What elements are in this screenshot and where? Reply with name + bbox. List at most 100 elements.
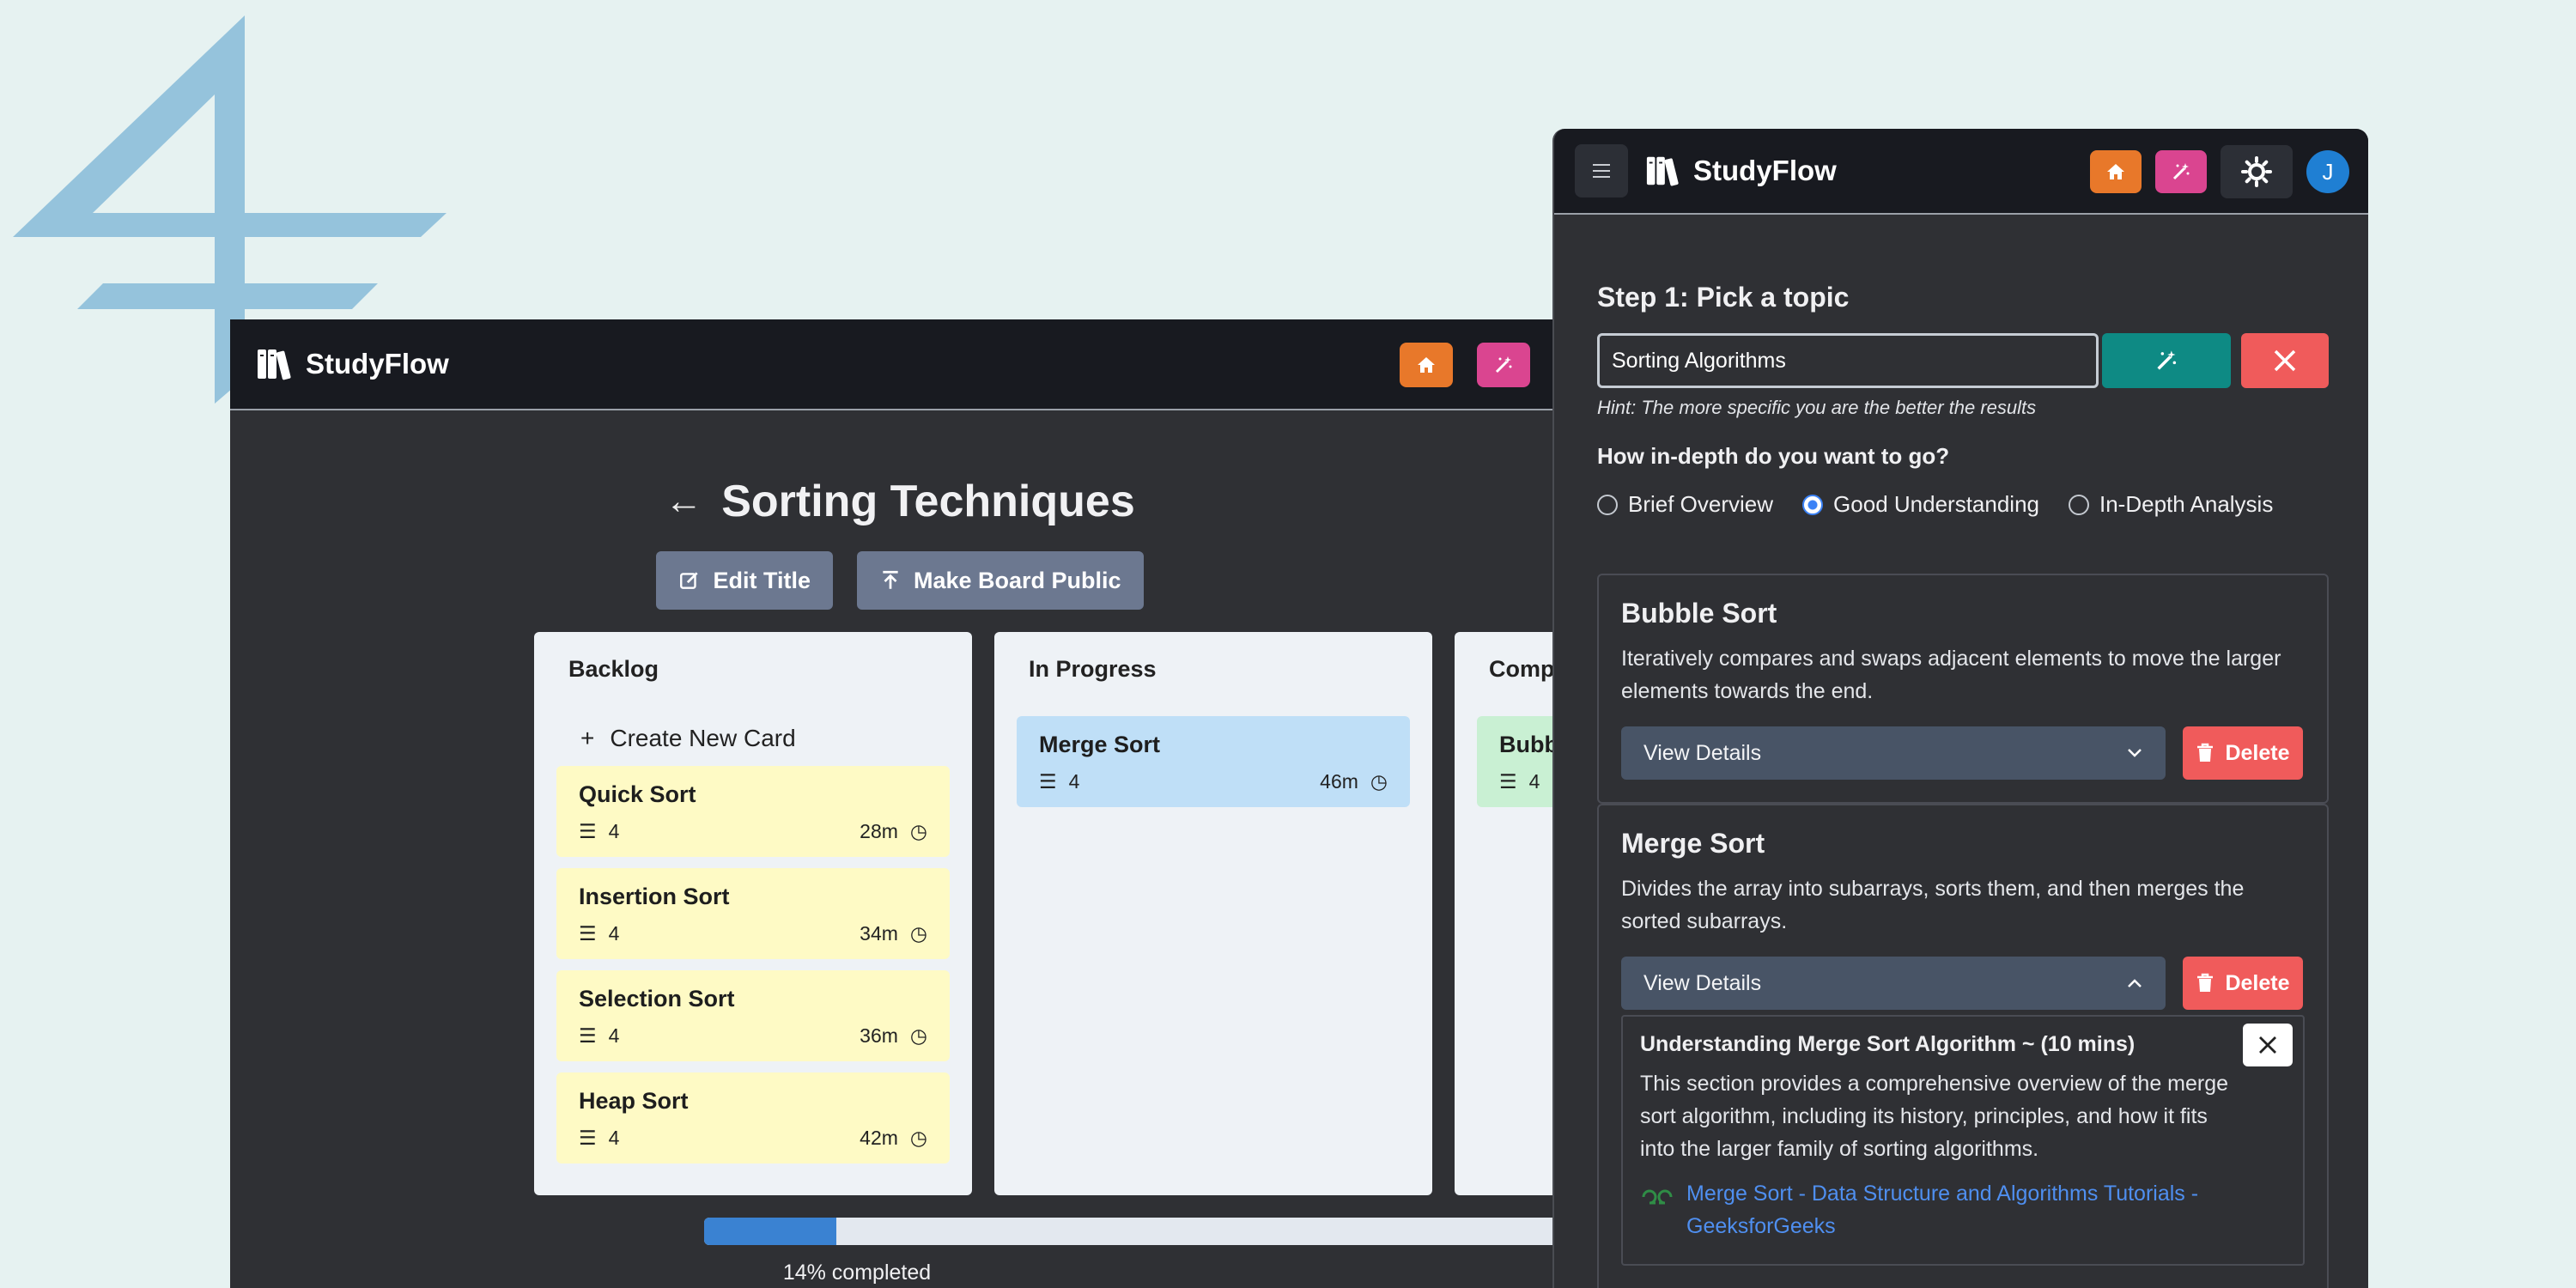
hint-text: Hint: The more specific you are the bett…	[1597, 397, 2037, 418]
plus-icon: +	[580, 725, 595, 751]
card-time: 42m	[860, 1127, 898, 1149]
list-icon: ☰	[1499, 770, 1517, 793]
chevron-down-icon	[2128, 749, 2142, 757]
card-count: 4	[608, 922, 620, 945]
radio-button[interactable]	[1802, 494, 1824, 515]
clock-icon: ◷	[909, 820, 927, 842]
radio-button[interactable]	[1597, 494, 1618, 515]
clock-icon: ◷	[909, 922, 927, 945]
card-selection-sort[interactable]: Selection Sort ☰ 4 36m ◷	[556, 970, 950, 1061]
card-title: Quick Sort	[579, 781, 696, 807]
board-navbar: StudyFlow	[230, 319, 1570, 410]
board-title-row: ← Sorting Techniques	[230, 476, 1570, 527]
topic-detail-section: Understanding Merge Sort Algorithm ~ (10…	[1621, 1015, 2305, 1266]
brand[interactable]: StudyFlow	[1645, 154, 1837, 188]
clock-icon: ◷	[909, 1024, 927, 1047]
topic-description: Iteratively compares and swaps adjacent …	[1621, 647, 2281, 703]
hamburger-icon	[1593, 164, 1610, 178]
list-icon: ☰	[1039, 770, 1057, 793]
card-time: 34m	[860, 922, 898, 945]
topic-input[interactable]	[1597, 333, 2099, 388]
books-icon	[1646, 156, 1679, 186]
column-title: Backlog	[568, 656, 659, 682]
books-icon	[258, 349, 291, 380]
card-time: 28m	[860, 820, 898, 842]
create-new-card-label: Create New Card	[610, 725, 796, 751]
board-title: Sorting Techniques	[721, 477, 1135, 526]
step-title: Step 1: Pick a topic	[1597, 282, 1850, 313]
resource-link[interactable]: Merge Sort - Data Structure and Algorith…	[1686, 1177, 2236, 1242]
card-merge-sort[interactable]: Merge Sort ☰ 4 46m ◷	[1017, 716, 1410, 807]
back-arrow-icon[interactable]: ←	[665, 480, 702, 523]
home-button[interactable]	[1400, 343, 1453, 387]
list-icon: ☰	[579, 922, 597, 945]
magic-wand-icon	[2172, 163, 2190, 180]
view-details-label: View Details	[1643, 970, 1762, 995]
topic-card-merge-sort: Merge Sort Divides the array into subarr…	[1597, 804, 2329, 1288]
magic-wand-button[interactable]	[2155, 150, 2207, 193]
topic-generator-panel: StudyFlow J Step 1: Pick a topic Sorting…	[1552, 129, 2368, 1288]
geeksforgeeks-icon	[1642, 1189, 1673, 1205]
radio-good-understanding[interactable]: Good Understanding	[1802, 491, 2039, 518]
trash-icon	[2197, 973, 2214, 992]
card-title: Insertion Sort	[579, 884, 730, 909]
radio-label: In-Depth Analysis	[2099, 491, 2274, 517]
list-icon: ☰	[579, 1024, 597, 1047]
view-details-dropdown[interactable]: View Details	[1621, 726, 2166, 780]
radio-brief-overview[interactable]: Brief Overview	[1597, 491, 1773, 518]
edit-title-button[interactable]: Edit Title	[656, 551, 833, 610]
card-insertion-sort[interactable]: Insertion Sort ☰ 4 34m ◷	[556, 868, 950, 959]
make-board-public-button[interactable]: Make Board Public	[856, 551, 1144, 610]
card-count: 4	[608, 820, 620, 842]
delete-button[interactable]: Delete	[2183, 957, 2303, 1010]
theme-toggle-button[interactable]	[2221, 145, 2293, 198]
card-heap-sort[interactable]: Heap Sort ☰ 4 42m ◷	[556, 1072, 950, 1163]
depth-radio-group: Brief Overview Good Understanding In-Dep…	[1597, 491, 2273, 518]
column-title: Comp	[1489, 656, 1555, 682]
card-count: 4	[608, 1127, 620, 1149]
view-details-dropdown[interactable]: View Details	[1621, 957, 2166, 1010]
radio-in-depth-analysis[interactable]: In-Depth Analysis	[2069, 491, 2273, 518]
radio-button[interactable]	[2069, 494, 2089, 515]
sun-icon	[2241, 156, 2272, 187]
progress-bar	[704, 1218, 1570, 1245]
brand-name: StudyFlow	[306, 348, 449, 380]
card-title: Heap Sort	[579, 1088, 689, 1114]
generate-button[interactable]	[2102, 333, 2231, 388]
close-detail-button[interactable]	[2243, 1024, 2293, 1066]
trash-icon	[2197, 743, 2214, 762]
magic-wand-icon	[1495, 356, 1512, 374]
topic-description: Divides the array into subarrays, sorts …	[1621, 877, 2245, 933]
board-window: StudyFlow ← Sorting Techniques Edit Titl…	[230, 319, 1570, 1288]
home-button[interactable]	[2090, 150, 2142, 193]
clock-icon: ◷	[909, 1127, 927, 1149]
home-icon	[1418, 357, 1435, 373]
card-count: 4	[1528, 770, 1540, 793]
close-icon	[2274, 349, 2296, 372]
column-title: In Progress	[1029, 656, 1157, 682]
list-icon: ☰	[579, 820, 597, 842]
radio-label: Brief Overview	[1628, 491, 1774, 517]
delete-label: Delete	[2225, 970, 2290, 995]
create-new-card-button[interactable]: + Create New Card	[580, 725, 796, 752]
edit-title-label: Edit Title	[713, 567, 811, 593]
brand[interactable]: StudyFlow	[256, 346, 449, 382]
make-board-public-label: Make Board Public	[913, 567, 1121, 593]
card-count: 4	[608, 1024, 620, 1047]
avatar[interactable]: J	[2306, 150, 2349, 193]
radio-label: Good Understanding	[1833, 491, 2039, 517]
clock-icon: ◷	[1370, 770, 1388, 793]
card-count: 4	[1068, 770, 1080, 793]
detail-title: Understanding Merge Sort Algorithm ~ (10…	[1640, 1032, 2136, 1056]
topic-title: Merge Sort	[1621, 828, 1765, 859]
delete-button[interactable]: Delete	[2183, 726, 2303, 780]
column-in-progress: In Progress Merge Sort ☰ 4 46m ◷	[994, 632, 1432, 1195]
brand-name: StudyFlow	[1693, 155, 1837, 186]
view-details-label: View Details	[1643, 740, 1762, 765]
card-quick-sort[interactable]: Quick Sort ☰ 4 28m ◷	[556, 766, 950, 857]
card-title: Merge Sort	[1039, 732, 1161, 757]
clear-topic-button[interactable]	[2241, 333, 2329, 388]
magic-wand-button[interactable]	[1477, 343, 1530, 387]
menu-button[interactable]	[1575, 144, 1628, 197]
card-time: 46m	[1320, 770, 1358, 793]
